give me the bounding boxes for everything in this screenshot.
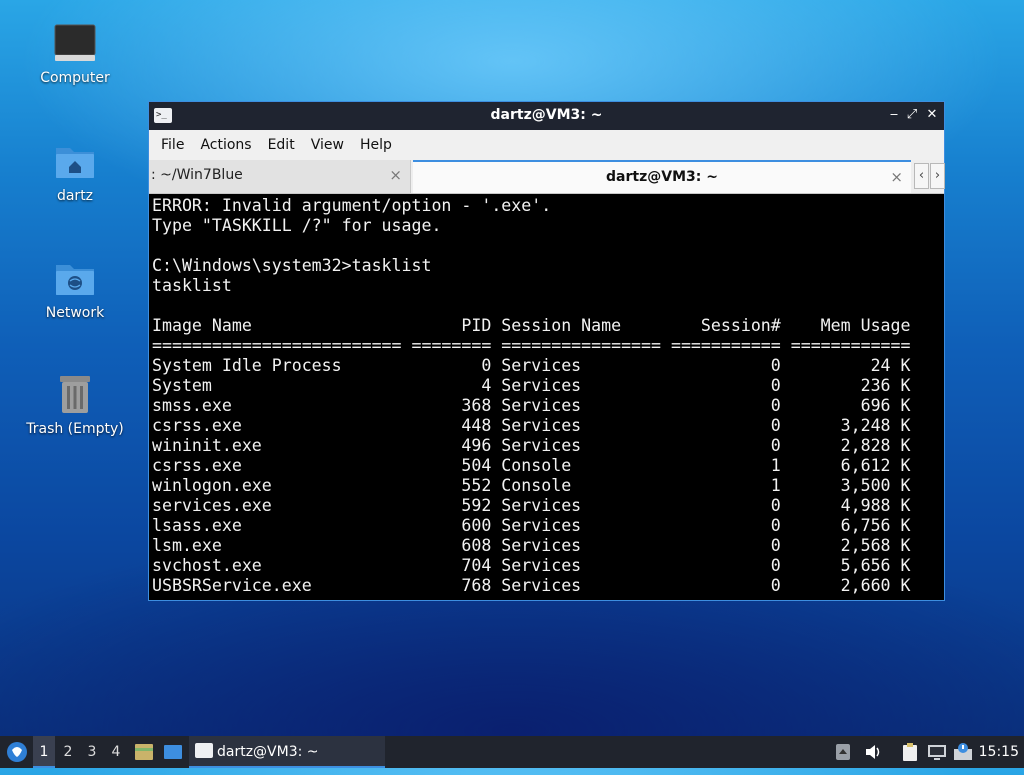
tab-label: dartz@VM3: ~ (606, 169, 718, 185)
desktop-icon-label: Network (45, 305, 105, 321)
close-button[interactable]: ✕ (922, 105, 942, 125)
network-status-icon[interactable] (927, 742, 947, 762)
terminal-icon (195, 743, 213, 758)
menu-help[interactable]: Help (352, 137, 400, 153)
monitor-icon (53, 22, 97, 66)
terminal-text: ERROR: Invalid argument/option - '.exe'.… (149, 194, 944, 598)
update-notification-icon[interactable] (953, 742, 973, 762)
maximize-button[interactable]: ⤢ (902, 105, 922, 125)
taskbar-task-terminal[interactable]: dartz@VM3: ~ (189, 736, 385, 768)
terminal-line: System 4 Services 0 236 K (152, 376, 911, 395)
menu-file[interactable]: File (153, 137, 192, 153)
terminal-line: lsass.exe 600 Services 0 6,756 K (152, 516, 911, 535)
menu-bar: File Actions Edit View Help (149, 130, 944, 160)
terminal-line: Image Name PID Session Name Session# Mem… (152, 316, 911, 335)
clipboard-icon[interactable] (900, 742, 920, 762)
taskbar: 1 2 3 4 dartz@VM3: ~ 15:15 (0, 736, 1024, 768)
desktop-icon-trash[interactable]: Trash (Empty) (20, 373, 130, 437)
minimize-button[interactable]: ‒ (884, 105, 904, 125)
task-label: dartz@VM3: ~ (217, 744, 319, 760)
tab-scroll-right-button[interactable]: › (930, 163, 945, 189)
desktop-icon-label: Computer (40, 70, 110, 86)
network-folder-icon (53, 257, 97, 301)
terminal-line: System Idle Process 0 Services 0 24 K (152, 356, 911, 375)
workspace-2[interactable]: 2 (57, 736, 79, 768)
terminal-line: Type "TASKKILL /?" for usage. (152, 216, 442, 235)
terminal-line: csrss.exe 504 Console 1 6,612 K (152, 456, 911, 475)
desktop-icon-network[interactable]: Network (20, 257, 130, 321)
desktop-icon-home[interactable]: dartz (20, 140, 130, 204)
show-desktop-button[interactable] (161, 736, 185, 768)
terminal-line: ========================= ======== =====… (152, 336, 911, 355)
menu-actions[interactable]: Actions (192, 137, 259, 153)
tab-bar: : ~/Win7Blue × dartz@VM3: ~ × ‹ › (149, 160, 945, 194)
terminal-window: >_ dartz@VM3: ~ ‒ ⤢ ✕ File Actions Edit … (148, 101, 945, 601)
tray-up-arrow-icon[interactable] (835, 742, 855, 762)
workspace-3[interactable]: 3 (81, 736, 103, 768)
workspace-4[interactable]: 4 (105, 736, 127, 768)
terminal-line: lsm.exe 608 Services 0 2,568 K (152, 536, 911, 555)
volume-icon[interactable] (863, 742, 883, 762)
terminal-line: winlogon.exe 552 Console 1 3,500 K (152, 476, 911, 495)
terminal-line: ERROR: Invalid argument/option - '.exe'. (152, 196, 552, 215)
tab-close-icon[interactable]: × (389, 160, 402, 191)
window-titlebar[interactable]: >_ dartz@VM3: ~ ‒ ⤢ ✕ (149, 102, 944, 130)
window-title: dartz@VM3: ~ (490, 107, 603, 123)
tab-scroll-left-button[interactable]: ‹ (914, 163, 929, 189)
trash-icon (53, 373, 97, 417)
tab-win7blue[interactable]: : ~/Win7Blue × (149, 160, 411, 193)
tab-close-icon[interactable]: × (890, 162, 903, 193)
desktop-icon (164, 745, 182, 759)
terminal-line: csrss.exe 448 Services 0 3,248 K (152, 416, 911, 435)
desktop-icon-computer[interactable]: Computer (20, 22, 130, 86)
clock[interactable]: 15:15 (979, 736, 1019, 768)
desktop-icon-label: dartz (56, 188, 94, 204)
terminal-line: USBSRService.exe 768 Services 0 2,660 K (152, 576, 911, 595)
app-menu-icon (7, 742, 27, 762)
tab-dartz-home[interactable]: dartz@VM3: ~ × (413, 160, 911, 193)
home-folder-icon (53, 140, 97, 184)
file-manager-launcher[interactable] (133, 736, 155, 768)
terminal-line: tasklist (152, 276, 232, 295)
desktop-icon-label: Trash (Empty) (26, 421, 124, 437)
terminal-line: smss.exe 368 Services 0 696 K (152, 396, 911, 415)
terminal-line: services.exe 592 Services 0 4,988 K (152, 496, 911, 515)
start-menu-button[interactable] (4, 736, 30, 768)
terminal-line: wininit.exe 496 Services 0 2,828 K (152, 436, 911, 455)
menu-edit[interactable]: Edit (260, 137, 303, 153)
file-manager-icon (135, 744, 153, 760)
tab-label: : ~/Win7Blue (151, 167, 243, 183)
terminal-line: svchost.exe 704 Services 0 5,656 K (152, 556, 911, 575)
menu-view[interactable]: View (303, 137, 352, 153)
terminal-output[interactable]: ERROR: Invalid argument/option - '.exe'.… (149, 194, 944, 600)
workspace-1[interactable]: 1 (33, 736, 55, 768)
terminal-line: C:\Windows\system32>tasklist (152, 256, 432, 275)
